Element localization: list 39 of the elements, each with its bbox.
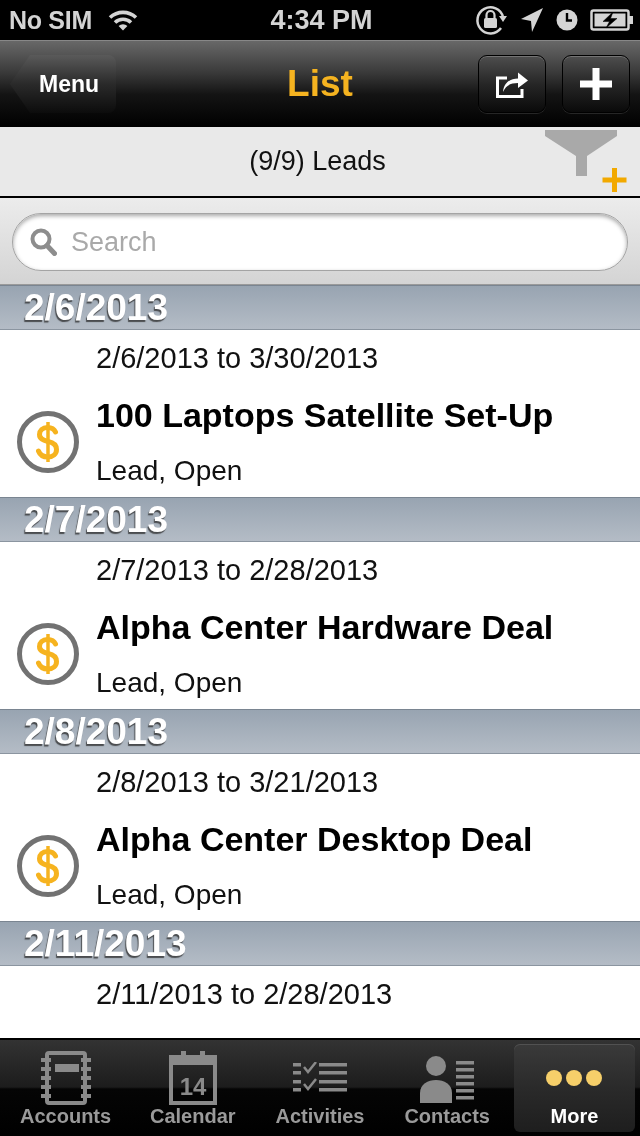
more-dots-icon — [545, 1068, 604, 1087]
date-range: 2/11/2013 to 2/28/2013 — [96, 977, 393, 1011]
carrier-label: No SIM — [9, 5, 92, 35]
menu-back-button[interactable]: Menu — [10, 55, 116, 113]
date-range: 2/8/2013 to 3/21/2013 — [96, 765, 379, 799]
checklist-icon — [293, 1061, 347, 1094]
plus-icon — [580, 68, 612, 100]
date-range: 2/6/2013 to 3/30/2013 — [96, 341, 379, 375]
section-date-header: 2/6/2013 — [0, 285, 640, 330]
tab-button[interactable]: Contacts — [386, 1044, 508, 1132]
tab-button[interactable]: Activities — [259, 1044, 381, 1132]
lead-title: 100 Laptops Satellite Set-Up — [96, 395, 554, 435]
lead-status: Lead, Open — [96, 878, 243, 911]
battery-charging-icon — [590, 9, 634, 31]
tab-button[interactable]: More — [513, 1044, 635, 1132]
search-field[interactable]: Search — [12, 213, 628, 271]
location-arrow-icon — [520, 7, 544, 33]
wifi-icon — [107, 9, 138, 31]
status-time: 4:34 PM — [270, 4, 373, 36]
clock-icon — [556, 9, 578, 31]
search-icon — [30, 228, 57, 256]
lead-title: Alpha Center Hardware Deal — [96, 607, 554, 647]
nav-title: List — [287, 63, 353, 105]
section-date-header: 2/11/2013 — [0, 921, 640, 966]
rotation-lock-icon — [474, 4, 508, 36]
dollar-coin-icon — [16, 621, 80, 686]
date-range: 2/7/2013 to 2/28/2013 — [96, 553, 379, 587]
tab-button[interactable]: Accounts — [5, 1044, 127, 1132]
dollar-coin-icon — [16, 833, 80, 898]
lead-title: Alpha Center Desktop Deal — [96, 819, 533, 859]
section-date-header: 2/7/2013 — [0, 497, 640, 542]
leads-count-label: (9/9) Leads — [249, 146, 386, 177]
section-date-header: 2/8/2013 — [0, 709, 640, 754]
lead-status: Lead, Open — [96, 454, 243, 487]
add-button[interactable] — [562, 55, 630, 113]
share-button[interactable] — [478, 55, 546, 113]
lead-status: Lead, Open — [96, 666, 243, 699]
tab-button[interactable]: 14 Calendar — [132, 1044, 254, 1132]
dollar-coin-icon — [16, 409, 80, 474]
